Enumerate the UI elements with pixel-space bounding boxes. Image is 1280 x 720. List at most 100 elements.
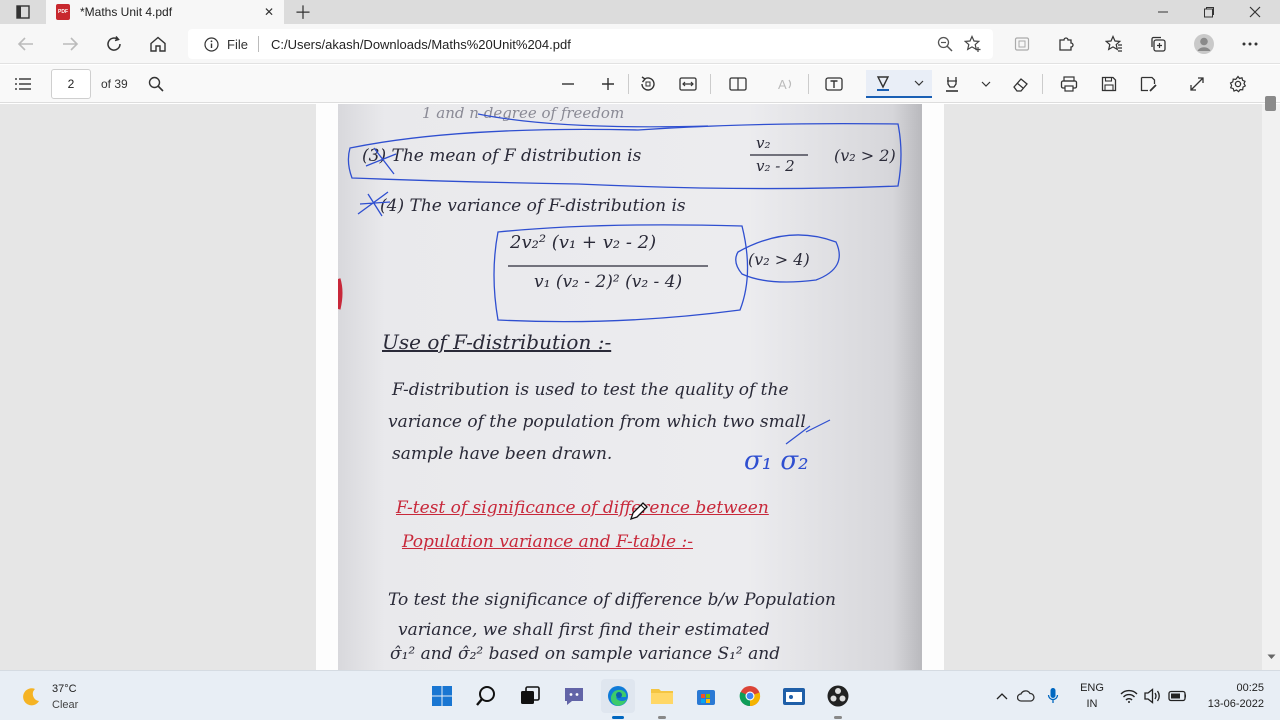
- chevron-down-icon[interactable]: [914, 80, 924, 86]
- scroll-down-icon[interactable]: [1267, 654, 1276, 660]
- page-number-input[interactable]: 2: [51, 69, 91, 99]
- search-button[interactable]: [469, 679, 503, 713]
- pdf-settings-button[interactable]: [1224, 70, 1252, 98]
- collections-icon: [1151, 36, 1166, 52]
- cloud-icon: [1017, 690, 1035, 702]
- new-tab-button[interactable]: ＋: [290, 0, 316, 24]
- language-indicator[interactable]: ENG IN: [1076, 680, 1108, 712]
- chrome-button[interactable]: [733, 679, 767, 713]
- address-bar[interactable]: File C:/Users/akash/Downloads/Maths%20Un…: [188, 29, 993, 59]
- vertical-scrollbar[interactable]: [1262, 104, 1280, 670]
- running-app-indicator: [834, 716, 842, 719]
- store-button[interactable]: [689, 679, 723, 713]
- screen-tool-button[interactable]: [777, 679, 811, 713]
- task-view-button[interactable]: [513, 679, 547, 713]
- read-aloud-icon: A: [778, 77, 792, 92]
- onedrive-button[interactable]: [1017, 687, 1035, 705]
- microphone-button[interactable]: [1044, 687, 1062, 705]
- clock[interactable]: 00:25 13-06-2022: [1198, 680, 1264, 712]
- settings-more-button[interactable]: [1236, 30, 1264, 58]
- search-icon: [476, 686, 495, 706]
- profile-button[interactable]: [1190, 30, 1218, 58]
- weather-desc: Clear: [52, 699, 79, 711]
- pdf-viewer[interactable]: 1 and n degree of freedom (3) The mean o…: [0, 104, 1280, 670]
- refresh-button[interactable]: [100, 30, 128, 58]
- read-aloud-button[interactable]: A: [772, 70, 800, 98]
- save-as-button[interactable]: [1135, 70, 1163, 98]
- address-bar-row: File C:/Users/akash/Downloads/Maths%20Un…: [0, 24, 1280, 64]
- running-app-indicator: [658, 716, 666, 719]
- pen-annotations: [338, 113, 902, 445]
- tab-title: *Maths Unit 4.pdf: [80, 5, 173, 19]
- back-button[interactable]: [12, 30, 40, 58]
- volume-button[interactable]: [1144, 687, 1162, 705]
- show-hidden-icons-button[interactable]: [993, 687, 1011, 705]
- task-view-icon: [521, 686, 540, 704]
- scrollbar-thumb[interactable]: [1265, 96, 1276, 111]
- site-info-button[interactable]: File: [204, 36, 259, 52]
- weather-temp: 37°C: [52, 683, 77, 695]
- expand-icon: [1190, 77, 1204, 91]
- network-button[interactable]: [1120, 687, 1138, 705]
- toolbar-divider: [1042, 74, 1043, 94]
- obs-button[interactable]: [821, 679, 855, 713]
- zoom-button[interactable]: [931, 30, 959, 58]
- save-icon: [1101, 76, 1117, 92]
- collections-button[interactable]: [1144, 30, 1172, 58]
- restore-button[interactable]: [1186, 0, 1232, 24]
- battery-button[interactable]: [1168, 687, 1186, 705]
- plus-icon: [602, 78, 614, 90]
- edge-button[interactable]: [601, 679, 635, 713]
- browser-tab[interactable]: PDF *Maths Unit 4.pdf ✕: [46, 0, 284, 24]
- close-icon: [1249, 6, 1261, 18]
- forward-button[interactable]: [56, 30, 84, 58]
- refresh-icon: [107, 36, 121, 51]
- close-tab-icon[interactable]: ✕: [260, 5, 278, 19]
- fit-width-icon: [679, 77, 697, 91]
- microphone-icon: [1047, 688, 1059, 703]
- back-arrow-icon: [17, 37, 33, 51]
- home-button[interactable]: [144, 30, 172, 58]
- pencil-cursor-icon: [629, 502, 648, 521]
- highlight-options-button[interactable]: [972, 70, 1000, 98]
- clock-date: 13-06-2022: [1207, 698, 1264, 710]
- fit-to-width-button[interactable]: [674, 70, 702, 98]
- extensions-button[interactable]: [1052, 30, 1080, 58]
- page-view-button[interactable]: [724, 70, 752, 98]
- zoom-in-button[interactable]: [594, 70, 622, 98]
- favorites-button[interactable]: [1100, 30, 1128, 58]
- tab-actions-icon: [16, 5, 30, 19]
- text-box-icon: [825, 77, 843, 91]
- page-view-icon: [729, 77, 747, 91]
- language-code: ENG: [1080, 682, 1104, 694]
- teams-chat-button[interactable]: [557, 679, 591, 713]
- battery-icon: [1168, 690, 1186, 702]
- highlight-button[interactable]: [938, 70, 966, 98]
- reading-view-button[interactable]: [1008, 30, 1036, 58]
- url-text[interactable]: C:/Users/akash/Downloads/Maths%20Unit%20…: [271, 37, 931, 52]
- clock-time: 00:25: [1236, 682, 1264, 694]
- file-explorer-button[interactable]: [645, 679, 679, 713]
- chevron-down-icon: [981, 81, 991, 87]
- full-screen-button[interactable]: [1183, 70, 1211, 98]
- puzzle-icon: [1059, 37, 1074, 51]
- add-favorite-button[interactable]: [959, 30, 987, 58]
- rotate-button[interactable]: [634, 70, 662, 98]
- start-button[interactable]: [425, 679, 459, 713]
- find-button[interactable]: [142, 70, 170, 98]
- minimize-button[interactable]: [1140, 0, 1186, 24]
- print-button[interactable]: [1055, 70, 1083, 98]
- zoom-out-button[interactable]: [554, 70, 582, 98]
- erase-button[interactable]: [1006, 70, 1034, 98]
- table-of-contents-button[interactable]: [9, 70, 37, 98]
- edge-browser-icon: [608, 686, 628, 706]
- draw-button[interactable]: [866, 70, 932, 98]
- save-button[interactable]: [1095, 70, 1123, 98]
- windows-logo-icon: [432, 686, 452, 706]
- weather-widget[interactable]: 37°C Clear: [20, 681, 78, 713]
- add-text-button[interactable]: [820, 70, 848, 98]
- region-code: IN: [1086, 698, 1098, 710]
- restore-icon: [1204, 7, 1214, 18]
- close-window-button[interactable]: [1232, 0, 1278, 24]
- tab-actions-button[interactable]: [0, 0, 46, 24]
